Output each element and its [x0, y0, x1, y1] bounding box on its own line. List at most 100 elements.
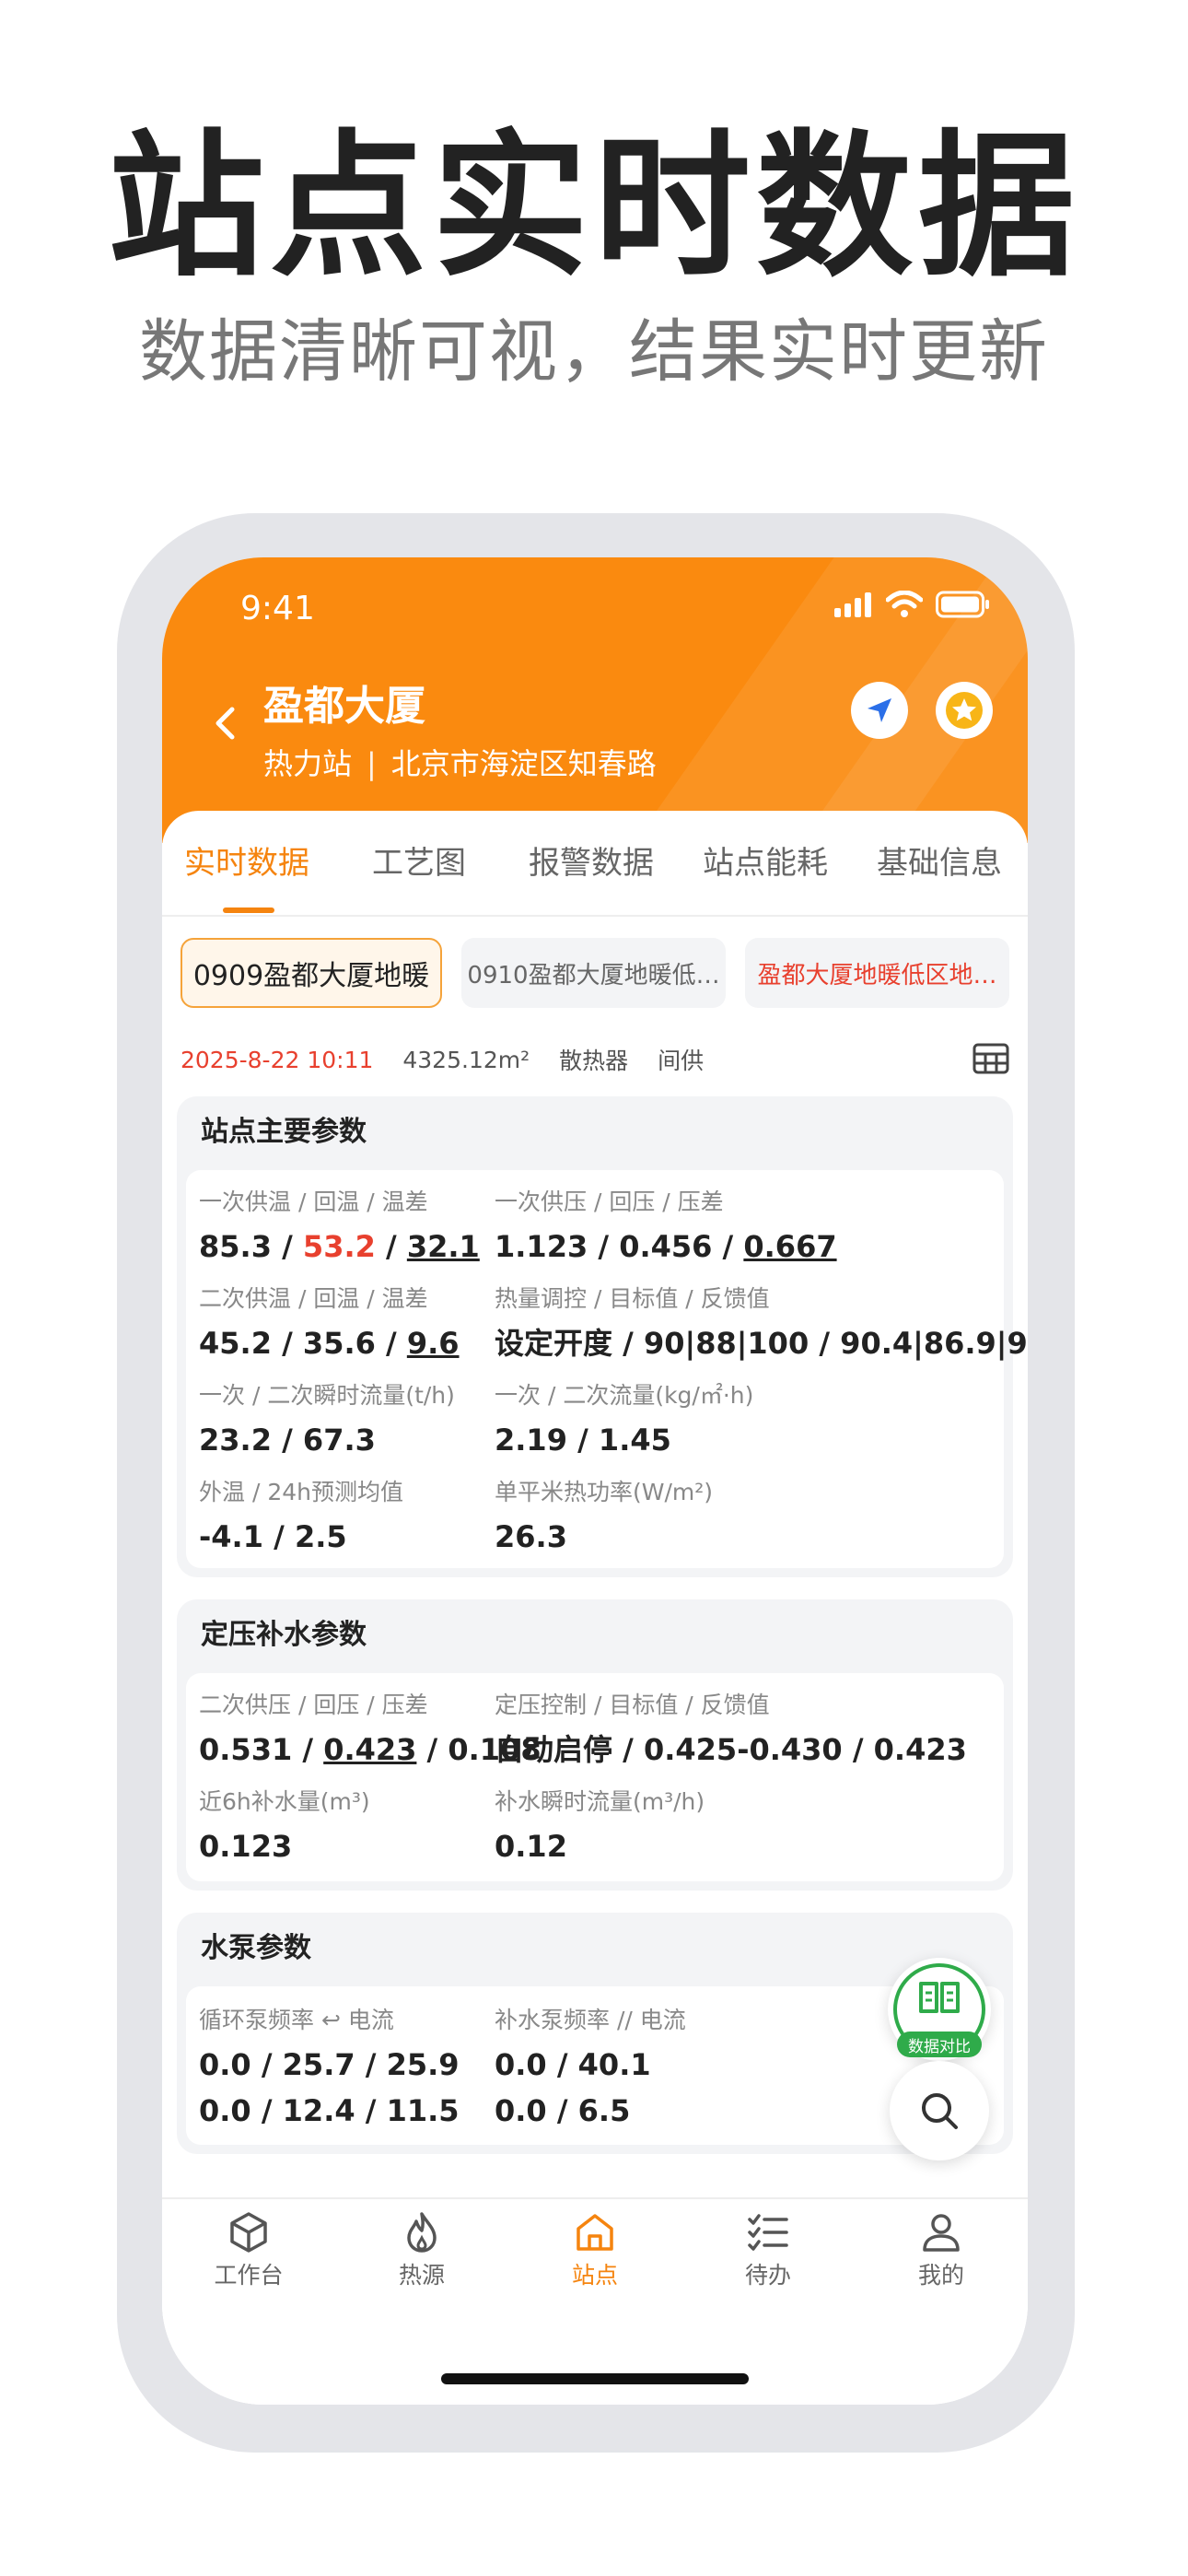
flow-value: 23.2 / 67.3 [199, 1423, 376, 1458]
primary-return-temp: 53.2 [302, 1229, 376, 1264]
param-label: 一次供压 / 回压 / 压差 [495, 1188, 724, 1215]
tabbar-station[interactable]: 站点 [508, 2210, 681, 2287]
param-label: 热量调控 / 目标值 / 反馈值 [495, 1285, 770, 1312]
primary-temp-diff: 32.1 [406, 1229, 480, 1264]
data-timestamp: 2025-8-22 10:11 [181, 1046, 374, 1073]
tabbar-label: 我的 [917, 2262, 964, 2289]
tabbar-label: 工作台 [214, 2262, 284, 2289]
station-name: 盈都大厦 [263, 683, 425, 730]
value-separator: / [386, 1326, 407, 1361]
supply-mode: 间供 [658, 1048, 705, 1074]
pressure-params-card: 定压补水参数 二次供压 / 回压 / 压差 0.531 / 0.423 / 0.… [177, 1599, 1013, 1891]
search-button[interactable] [890, 2061, 989, 2160]
pump-params-card: 水泵参数 循环泵频率 ↩ 电流 0.0 / 25.7 / 25.9 0.0 / … [177, 1913, 1013, 2154]
param-label: 一次 / 二次流量(kg/㎡·h) [495, 1382, 754, 1409]
makeup-pump-row: 0.0 / 6.5 [495, 2093, 631, 2128]
flame-icon [407, 2212, 437, 2253]
tabbar-label: 待办 [744, 2262, 791, 2289]
primary-pressure-value: 1.123 / 0.456 / 0.667 [495, 1232, 837, 1261]
circ-pump-row: 0.0 / 25.7 / 25.9 [199, 2047, 460, 2082]
circ-pump-row: 0.0 / 12.4 / 11.5 [199, 2093, 460, 2128]
primary-temp-value: 85.3 / 53.2 / 32.1 [199, 1232, 480, 1261]
home-indicator [441, 2373, 749, 2384]
status-time: 9:41 [240, 590, 315, 627]
secondary-temp-value: 45.2 / 35.6 / 9.6 [199, 1329, 460, 1358]
param-label: 近6h补水量(m³) [199, 1788, 370, 1815]
param-label: 循环泵频率 ↩ 电流 [199, 2007, 394, 2033]
cube-icon [230, 2212, 267, 2253]
param-label: 定压控制 / 目标值 / 反馈值 [495, 1692, 770, 1718]
battery-icon [936, 591, 989, 618]
subsystem-chip[interactable]: 0909盈都大厦地暖 [181, 938, 442, 1008]
search-icon [922, 2093, 958, 2129]
secondary-supply-pressure: 0.531 [199, 1732, 293, 1767]
wifi-icon [886, 591, 923, 617]
makeup-6h-value: 0.123 [199, 1829, 293, 1864]
compare-label: 数据对比 [897, 2032, 982, 2057]
card-title: 站点主要参数 [201, 1116, 367, 1148]
param-label: 补水泵频率 // 电流 [495, 2007, 686, 2033]
value-separator: / [386, 1229, 407, 1264]
home-icon [577, 2214, 613, 2251]
value-separator: / [282, 1229, 303, 1264]
secondary-supply-temp: 45.2 [199, 1326, 272, 1361]
station-header: 9:41 盈都大厦 热力站 | 北京市海淀区知春路 [162, 557, 1028, 843]
card-body: 二次供压 / 回压 / 压差 0.531 / 0.423 / 0.108 定压控… [186, 1673, 1004, 1881]
book-icon [919, 1982, 960, 2013]
primary-supply-temp: 85.3 [199, 1229, 272, 1264]
content-panel: 实时数据 工艺图 报警数据 站点能耗 基础信息 0909盈都大厦地暖 0910盈… [162, 811, 1028, 2405]
tabbar-mine[interactable]: 我的 [855, 2210, 1028, 2287]
value-separator: / [426, 1732, 448, 1767]
makeup-pump-row: 0.0 / 40.1 [495, 2047, 651, 2082]
status-icons [833, 591, 991, 618]
param-label: 一次供温 / 回温 / 温差 [199, 1188, 428, 1215]
secondary-return-temp: 35.6 [302, 1326, 376, 1361]
primary-return-pressure: 0.456 [619, 1229, 713, 1264]
subsystem-chip-alarm[interactable]: 盈都大厦地暖低区地… [745, 938, 1009, 1008]
table-view-icon[interactable] [973, 1043, 1009, 1074]
active-tab-indicator [223, 907, 274, 913]
tabbar-todo[interactable]: 待办 [681, 2210, 855, 2287]
station-meta: 2025-8-22 10:11 4325.12m² 散热器 间供 [181, 1041, 1009, 1078]
heat-regulation-value: 设定开度 / 90|88|100 / 90.4|86.9|99.7 [495, 1326, 1028, 1361]
tab-alarm-data[interactable]: 报警数据 [529, 848, 654, 879]
card-body: 循环泵频率 ↩ 电流 0.0 / 25.7 / 25.9 0.0 / 12.4 … [186, 1986, 1004, 2145]
tabbar-heat-source[interactable]: 热源 [335, 2210, 508, 2287]
tab-energy[interactable]: 站点能耗 [703, 848, 828, 879]
tab-bar: 实时数据 工艺图 报警数据 站点能耗 基础信息 [162, 811, 1028, 917]
main-params-card: 站点主要参数 一次供温 / 回温 / 温差 85.3 / 53.2 / 32.1… [177, 1096, 1028, 1577]
param-label: 二次供压 / 回压 / 压差 [199, 1692, 428, 1718]
subsystem-chip[interactable]: 0910盈都大厦地暖低… [461, 938, 726, 1008]
tab-realtime-data[interactable]: 实时数据 [184, 848, 309, 879]
value-separator: / [598, 1229, 620, 1264]
card-title: 定压补水参数 [201, 1619, 367, 1651]
star-icon [946, 692, 983, 729]
station-type: 热力站 [263, 746, 353, 781]
promo-title: 站点实时数据 [107, 116, 1080, 299]
value-separator: / [722, 1229, 744, 1264]
primary-pressure-diff: 0.667 [743, 1229, 837, 1264]
back-icon[interactable] [203, 700, 249, 746]
tabbar-workbench[interactable]: 工作台 [162, 2210, 335, 2287]
heating-area: 4325.12m² [402, 1046, 530, 1073]
station-subtitle: 热力站 | 北京市海淀区知春路 [263, 749, 657, 779]
promo-subtitle: 数据清晰可视，结果实时更新 [139, 312, 1049, 392]
navigate-button[interactable] [851, 682, 908, 739]
heating-type: 散热器 [559, 1048, 629, 1074]
secondary-temp-diff: 9.6 [406, 1326, 460, 1361]
subtitle-separator: | [367, 746, 377, 781]
navigation-arrow-icon [868, 698, 891, 722]
favorite-button[interactable] [936, 682, 993, 739]
param-label: 外温 / 24h预测均值 [199, 1479, 403, 1505]
param-label: 一次 / 二次瞬时流量(t/h) [199, 1382, 455, 1409]
phone-screen: 9:41 盈都大厦 热力站 | 北京市海淀区知春路 实时数据 工艺图 报警数据 … [162, 557, 1028, 2405]
secondary-return-pressure: 0.423 [323, 1732, 417, 1767]
primary-supply-pressure: 1.123 [495, 1229, 588, 1264]
param-label: 二次供温 / 回温 / 温差 [199, 1285, 428, 1312]
makeup-flow-value: 0.12 [495, 1829, 567, 1864]
tab-process-diagram[interactable]: 工艺图 [372, 848, 466, 879]
param-label: 单平米热功率(W/m²) [495, 1479, 714, 1505]
tab-basic-info[interactable]: 基础信息 [877, 848, 1002, 879]
data-compare-button[interactable]: 数据对比 [888, 1958, 991, 2061]
value-separator: / [302, 1732, 324, 1767]
